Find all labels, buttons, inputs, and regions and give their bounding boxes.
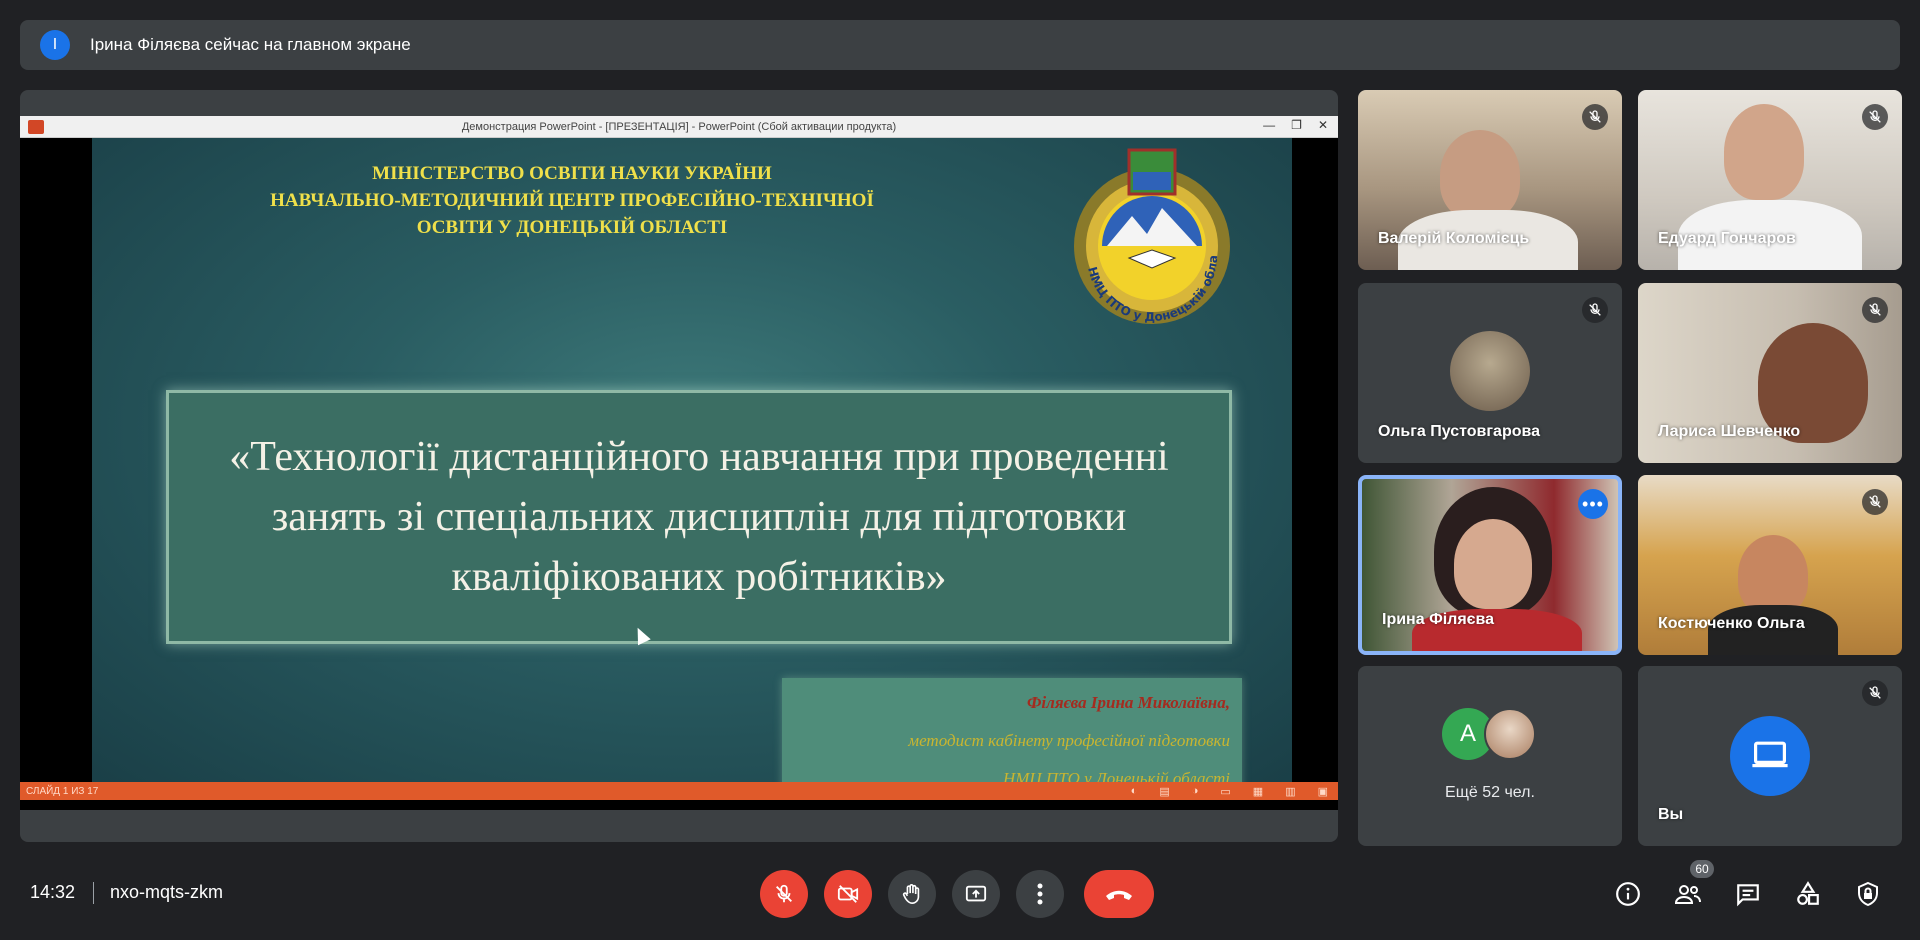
author-name: Філяєва Ірина Миколаївна, — [1026, 693, 1230, 712]
powerpoint-titlebar: Демонстрация PowerPoint - [ПРЕЗЕНТАЦІЯ] … — [20, 116, 1338, 138]
powerpoint-window-title: Демонстрация PowerPoint - [ПРЕЗЕНТАЦІЯ] … — [461, 120, 897, 133]
powerpoint-logo-icon — [28, 120, 44, 134]
self-tile[interactable]: Вы — [1638, 666, 1902, 846]
participant-tile-active[interactable]: ••• Ірина Філяєва — [1358, 475, 1622, 655]
participant-tile[interactable]: Едуард Гончаров — [1638, 90, 1902, 270]
hangup-icon — [1106, 890, 1132, 900]
video-feed — [1454, 519, 1532, 609]
participant-tile[interactable]: Лариса Шевченко — [1638, 283, 1902, 463]
ministry-line: НАВЧАЛЬНО-МЕТОДИЧНИЙ ЦЕНТР ПРОФЕСІЙНО-ТЕ… — [270, 190, 874, 211]
mic-off-icon — [1862, 680, 1888, 706]
slideshow-view-icon: ▣ — [1317, 785, 1328, 798]
participant-name: Ірина Філяєва — [1382, 611, 1495, 628]
reading-view-icon: ▥ — [1285, 785, 1296, 798]
window-controls: — ❐ ✕ — [1263, 118, 1328, 132]
powerpoint-statusbar: СЛАЙД 1 ИЗ 17 ◐ ▤ ◑ ▭ ▦ ▥ ▣ — [20, 782, 1338, 800]
statusbar-view-icon: ▤ — [1159, 785, 1170, 798]
self-name: Вы — [1658, 806, 1684, 823]
present-button[interactable] — [952, 870, 1000, 918]
mic-toggle-button[interactable] — [760, 870, 808, 918]
meeting-code[interactable]: nxo-mqts-zkm — [110, 882, 223, 903]
crest-logo: НМЦ ПТО у Донецькій області — [1067, 146, 1230, 324]
laptop-icon — [1730, 716, 1810, 796]
more-participants-tile[interactable]: A Ещё 52 чел. — [1358, 666, 1622, 846]
presentation-stage[interactable]: Демонстрация PowerPoint - [ПРЕЗЕНТАЦІЯ] … — [20, 90, 1338, 842]
presenting-banner: І Ірина Філяєва сейчас на главном экране — [20, 20, 1900, 70]
more-participants-label: Ещё 52 чел. — [1445, 784, 1535, 801]
more-vert-icon — [1037, 883, 1043, 905]
meeting-time: 14:32 — [30, 882, 76, 902]
chat-button[interactable] — [1730, 876, 1766, 912]
video-feed — [1738, 535, 1808, 615]
participant-count-badge: 60 — [1690, 860, 1714, 878]
divider — [93, 882, 94, 904]
mic-off-icon — [1862, 489, 1888, 515]
avatar — [1484, 708, 1536, 760]
mic-off-icon — [1582, 104, 1608, 130]
participant-tile[interactable]: Костюченко Ольга — [1638, 475, 1902, 655]
activities-button[interactable] — [1790, 876, 1826, 912]
shared-screen: Демонстрация PowerPoint - [ПРЕЗЕНТАЦІЯ] … — [20, 116, 1338, 810]
people-button[interactable] — [1670, 876, 1706, 912]
meeting-details-button[interactable] — [1610, 876, 1646, 912]
camera-off-icon — [837, 885, 859, 903]
host-controls-icon — [1858, 881, 1878, 907]
raise-hand-icon — [902, 884, 920, 904]
ministry-line: МІНІСТЕРСТВО ОСВІТИ НАУКИ УКРАЇНИ — [372, 163, 772, 184]
people-icon — [1674, 885, 1701, 904]
presenter-avatar: І — [40, 30, 70, 60]
statusbar-view-icon: ◐ — [1130, 784, 1138, 797]
participant-tile[interactable]: Ольга Пустовгарова — [1358, 283, 1622, 463]
normal-view-icon: ▭ — [1220, 785, 1231, 798]
participant-name: Костюченко Ольга — [1658, 615, 1805, 632]
raise-hand-button[interactable] — [888, 870, 936, 918]
slide-ministry-heading: МІНІСТЕРСТВО ОСВІТИ НАУКИ УКРАЇНИ НАВЧАЛ… — [242, 160, 902, 241]
participant-name: Ольга Пустовгарова — [1378, 423, 1541, 440]
slide-title: «Технології дистанційного навчання при п… — [229, 434, 1169, 600]
more-options-button[interactable]: ••• — [1578, 489, 1608, 519]
ministry-line: ОСВІТИ У ДОНЕЦЬКІЙ ОБЛАСТІ — [416, 217, 728, 238]
participant-name: Едуард Гончаров — [1658, 230, 1796, 247]
avatar — [1450, 331, 1530, 411]
mic-off-icon — [1862, 297, 1888, 323]
author-role: методист кабінету професійної підготовки — [908, 731, 1230, 750]
slide-counter: СЛАЙД 1 ИЗ 17 — [26, 785, 99, 797]
slide-author-box: Філяєва Ірина Миколаївна, методист кабін… — [782, 678, 1242, 790]
statusbar-icons: ◐ ▤ ◑ ▭ ▦ ▥ ▣ — [1131, 785, 1328, 798]
minimize-icon: — — [1263, 118, 1276, 132]
restore-icon: ❐ — [1291, 118, 1302, 132]
participant-name: Валерій Коломієць — [1378, 230, 1530, 247]
participant-tile[interactable]: Валерій Коломієць — [1358, 90, 1622, 270]
sorter-view-icon: ▦ — [1252, 785, 1264, 798]
info-icon — [1616, 882, 1640, 906]
more-options-button[interactable] — [1016, 870, 1064, 918]
slide: МІНІСТЕРСТВО ОСВІТИ НАУКИ УКРАЇНИ НАВЧАЛ… — [92, 138, 1292, 790]
slide-title-box: «Технології дистанційного навчання при п… — [166, 390, 1232, 644]
statusbar-view-icon: ◑ — [1191, 784, 1199, 797]
participant-name: Лариса Шевченко — [1658, 423, 1801, 440]
leave-call-button[interactable] — [1084, 870, 1154, 918]
presenting-text: Ірина Філяєва сейчас на главном экране — [90, 35, 411, 54]
close-icon: ✕ — [1317, 118, 1328, 132]
present-icon — [965, 885, 987, 902]
host-controls-button[interactable] — [1850, 876, 1886, 912]
mic-off-icon — [1582, 297, 1608, 323]
chat-icon — [1737, 884, 1759, 907]
camera-toggle-button[interactable] — [824, 870, 872, 918]
video-feed — [1440, 130, 1520, 220]
activities-icon — [1797, 881, 1819, 905]
video-feed — [1724, 104, 1804, 200]
mic-off-icon — [1862, 104, 1888, 130]
mic-off-icon — [776, 884, 792, 903]
